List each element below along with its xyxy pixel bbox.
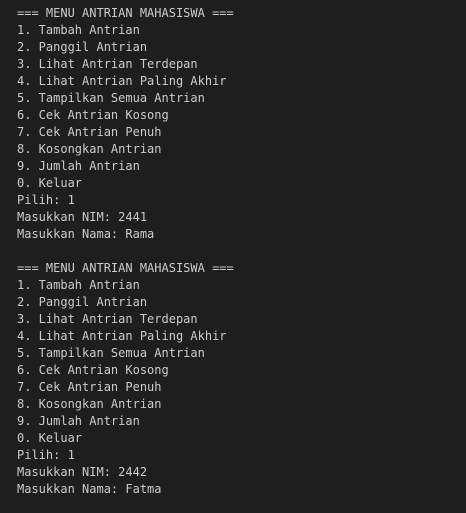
menu-session-1: === MENU ANTRIAN MAHASISWA === 1. Tambah… [17,5,466,243]
menu-session-2: === MENU ANTRIAN MAHASISWA === 1. Tambah… [17,260,466,498]
choice-prompt: Pilih: 1 [17,448,75,462]
menu-option-cek-antrian-penuh: 7. Cek Antrian Penuh [17,125,162,139]
menu-option-tambah-antrian: 1. Tambah Antrian [17,278,140,292]
menu-title: === MENU ANTRIAN MAHASISWA === [17,261,234,275]
menu-option-cek-antrian-penuh: 7. Cek Antrian Penuh [17,380,162,394]
terminal-output[interactable]: === MENU ANTRIAN MAHASISWA === 1. Tambah… [0,0,466,513]
menu-option-panggil-antrian: 2. Panggil Antrian [17,295,148,309]
menu-option-jumlah-antrian: 9. Jumlah Antrian [17,414,140,428]
menu-option-keluar: 0. Keluar [17,176,83,190]
choice-prompt: Pilih: 1 [17,193,75,207]
nim-prompt: Masukkan NIM: 2441 [17,210,148,224]
name-prompt: Masukkan Nama: Rama [17,227,155,241]
menu-option-tambah-antrian: 1. Tambah Antrian [17,23,140,37]
menu-option-kosongkan-antrian: 8. Kosongkan Antrian [17,397,162,411]
menu-option-keluar: 0. Keluar [17,431,83,445]
menu-option-cek-antrian-kosong: 6. Cek Antrian Kosong [17,108,169,122]
nim-prompt: Masukkan NIM: 2442 [17,465,148,479]
menu-title: === MENU ANTRIAN MAHASISWA === [17,6,234,20]
menu-option-lihat-antrian-terdepan: 3. Lihat Antrian Terdepan [17,57,198,71]
menu-option-lihat-antrian-terdepan: 3. Lihat Antrian Terdepan [17,312,198,326]
menu-option-lihat-antrian-paling-akhir: 4. Lihat Antrian Paling Akhir [17,329,227,343]
menu-option-jumlah-antrian: 9. Jumlah Antrian [17,159,140,173]
menu-option-tampilkan-semua-antrian: 5. Tampilkan Semua Antrian [17,346,205,360]
menu-option-lihat-antrian-paling-akhir: 4. Lihat Antrian Paling Akhir [17,74,227,88]
name-prompt: Masukkan Nama: Fatma [17,482,162,496]
menu-option-panggil-antrian: 2. Panggil Antrian [17,40,148,54]
menu-option-tampilkan-semua-antrian: 5. Tampilkan Semua Antrian [17,91,205,105]
menu-option-cek-antrian-kosong: 6. Cek Antrian Kosong [17,363,169,377]
menu-option-kosongkan-antrian: 8. Kosongkan Antrian [17,142,162,156]
